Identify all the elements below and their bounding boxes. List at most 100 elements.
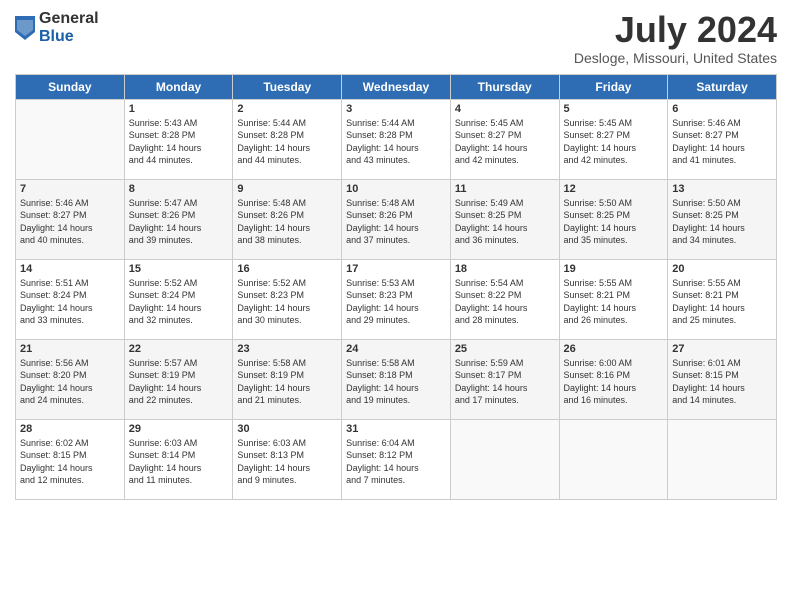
calendar-cell: 7Sunrise: 5:46 AM Sunset: 8:27 PM Daylig… bbox=[16, 179, 125, 259]
day-header-sunday: Sunday bbox=[16, 74, 125, 99]
calendar-cell bbox=[559, 419, 668, 499]
day-info: Sunrise: 6:03 AM Sunset: 8:14 PM Dayligh… bbox=[129, 437, 229, 487]
calendar-cell: 14 Sunrise: 5:51 AM Sunset: 8:24 PM Dayli… bbox=[16, 259, 125, 339]
day-info: Sunrise: 5:55 AM Sunset: 8:21 PM Dayligh… bbox=[672, 277, 772, 327]
day-number: 21 bbox=[20, 343, 120, 355]
day-number: 6 bbox=[672, 103, 772, 115]
calendar-cell: 26 Sunrise: 6:00 AM Sunset: 8:16 PM Dayli… bbox=[559, 339, 668, 419]
day-info: Sunrise: 5:52 AM Sunset: 8:24 PM Dayligh… bbox=[129, 277, 229, 327]
title-block: July 2024 Desloge, Missouri, United Stat… bbox=[574, 10, 777, 66]
day-number: 29 bbox=[129, 423, 229, 435]
day-info: Sunrise: 5:47 AM Sunset: 8:26 PM Dayligh… bbox=[129, 197, 229, 247]
day-info: Sunrise: 5:56 AM Sunset: 8:20 PM Dayligh… bbox=[20, 357, 120, 407]
day-info: Sunrise: 5:48 AM Sunset: 8:26 PM Dayligh… bbox=[346, 197, 446, 247]
day-number: 27 bbox=[672, 343, 772, 355]
day-info: Sunrise: 6:02 AM Sunset: 8:15 PM Dayligh… bbox=[20, 437, 120, 487]
day-info: Sunrise: 5:57 AM Sunset: 8:19 PM Dayligh… bbox=[129, 357, 229, 407]
calendar-cell: 25Sunrise: 5:59 AM Sunset: 8:17 PM Dayli… bbox=[450, 339, 559, 419]
day-number: 20 bbox=[672, 263, 772, 275]
day-header-friday: Friday bbox=[559, 74, 668, 99]
day-number: 23 bbox=[237, 343, 337, 355]
day-number: 16 bbox=[237, 263, 337, 275]
calendar-cell: 31 Sunrise: 6:04 AM Sunset: 8:12 PM Dayli… bbox=[342, 419, 451, 499]
calendar-cell: 20 Sunrise: 5:55 AM Sunset: 8:21 PM Dayli… bbox=[668, 259, 777, 339]
calendar-cell bbox=[450, 419, 559, 499]
calendar-cell: 10 Sunrise: 5:48 AM Sunset: 8:26 PM Dayli… bbox=[342, 179, 451, 259]
calendar-cell: 12 Sunrise: 5:50 AM Sunset: 8:25 PM Dayli… bbox=[559, 179, 668, 259]
day-number: 4 bbox=[455, 103, 555, 115]
day-info: Sunrise: 5:45 AM Sunset: 8:27 PM Dayligh… bbox=[455, 117, 555, 167]
calendar-cell: 4 Sunrise: 5:45 AM Sunset: 8:27 PM Daylig… bbox=[450, 99, 559, 179]
day-info: Sunrise: 6:03 AM Sunset: 8:13 PM Dayligh… bbox=[237, 437, 337, 487]
day-number: 12 bbox=[564, 183, 664, 195]
day-info: Sunrise: 6:04 AM Sunset: 8:12 PM Dayligh… bbox=[346, 437, 446, 487]
day-number: 31 bbox=[346, 423, 446, 435]
day-number: 19 bbox=[564, 263, 664, 275]
day-number: 13 bbox=[672, 183, 772, 195]
day-info: Sunrise: 5:45 AM Sunset: 8:27 PM Dayligh… bbox=[564, 117, 664, 167]
calendar-cell: 18Sunrise: 5:54 AM Sunset: 8:22 PM Dayli… bbox=[450, 259, 559, 339]
day-info: Sunrise: 5:54 AM Sunset: 8:22 PM Dayligh… bbox=[455, 277, 555, 327]
day-info: Sunrise: 5:49 AM Sunset: 8:25 PM Dayligh… bbox=[455, 197, 555, 247]
calendar-cell: 1 Sunrise: 5:43 AM Sunset: 8:28 PM Daylig… bbox=[124, 99, 233, 179]
calendar-cell: 28 Sunrise: 6:02 AM Sunset: 8:15 PM Dayli… bbox=[16, 419, 125, 499]
calendar-cell: 15 Sunrise: 5:52 AM Sunset: 8:24 PM Dayli… bbox=[124, 259, 233, 339]
calendar-cell: 6 Sunrise: 5:46 AM Sunset: 8:27 PM Daylig… bbox=[668, 99, 777, 179]
day-header-saturday: Saturday bbox=[668, 74, 777, 99]
page: General Blue July 2024 Desloge, Missouri… bbox=[0, 0, 792, 612]
calendar-cell: 23Sunrise: 5:58 AM Sunset: 8:19 PM Dayli… bbox=[233, 339, 342, 419]
logo-blue: Blue bbox=[39, 28, 99, 46]
calendar-cell: 24Sunrise: 5:58 AM Sunset: 8:18 PM Dayli… bbox=[342, 339, 451, 419]
day-info: Sunrise: 5:59 AM Sunset: 8:17 PM Dayligh… bbox=[455, 357, 555, 407]
day-number: 10 bbox=[346, 183, 446, 195]
day-info: Sunrise: 6:01 AM Sunset: 8:15 PM Dayligh… bbox=[672, 357, 772, 407]
day-number: 17 bbox=[346, 263, 446, 275]
day-info: Sunrise: 5:44 AM Sunset: 8:28 PM Dayligh… bbox=[237, 117, 337, 167]
logo-text: General Blue bbox=[39, 10, 99, 45]
day-info: Sunrise: 5:46 AM Sunset: 8:27 PM Dayligh… bbox=[20, 197, 120, 247]
day-header-wednesday: Wednesday bbox=[342, 74, 451, 99]
calendar-cell bbox=[668, 419, 777, 499]
calendar-cell: 9 Sunrise: 5:48 AM Sunset: 8:26 PM Daylig… bbox=[233, 179, 342, 259]
day-number: 26 bbox=[564, 343, 664, 355]
day-info: Sunrise: 5:48 AM Sunset: 8:26 PM Dayligh… bbox=[237, 197, 337, 247]
day-number: 5 bbox=[564, 103, 664, 115]
day-number: 15 bbox=[129, 263, 229, 275]
day-header-monday: Monday bbox=[124, 74, 233, 99]
day-info: Sunrise: 5:43 AM Sunset: 8:28 PM Dayligh… bbox=[129, 117, 229, 167]
calendar-week-1: 1 Sunrise: 5:43 AM Sunset: 8:28 PM Daylig… bbox=[16, 99, 777, 179]
calendar-cell: 29 Sunrise: 6:03 AM Sunset: 8:14 PM Dayli… bbox=[124, 419, 233, 499]
day-info: Sunrise: 5:53 AM Sunset: 8:23 PM Dayligh… bbox=[346, 277, 446, 327]
day-number: 1 bbox=[129, 103, 229, 115]
calendar-cell: 27 Sunrise: 6:01 AM Sunset: 8:15 PM Dayli… bbox=[668, 339, 777, 419]
day-header-thursday: Thursday bbox=[450, 74, 559, 99]
day-number: 14 bbox=[20, 263, 120, 275]
day-header-tuesday: Tuesday bbox=[233, 74, 342, 99]
calendar-cell: 5 Sunrise: 5:45 AM Sunset: 8:27 PM Daylig… bbox=[559, 99, 668, 179]
subtitle: Desloge, Missouri, United States bbox=[574, 50, 777, 66]
calendar-cell: 17 Sunrise: 5:53 AM Sunset: 8:23 PM Dayli… bbox=[342, 259, 451, 339]
day-number: 3 bbox=[346, 103, 446, 115]
calendar-cell: 8Sunrise: 5:47 AM Sunset: 8:26 PM Daylig… bbox=[124, 179, 233, 259]
day-number: 28 bbox=[20, 423, 120, 435]
calendar-week-5: 28 Sunrise: 6:02 AM Sunset: 8:15 PM Dayli… bbox=[16, 419, 777, 499]
calendar-cell bbox=[16, 99, 125, 179]
day-info: Sunrise: 5:50 AM Sunset: 8:25 PM Dayligh… bbox=[672, 197, 772, 247]
day-number: 22 bbox=[129, 343, 229, 355]
calendar-header-row: SundayMondayTuesdayWednesdayThursdayFrid… bbox=[16, 74, 777, 99]
day-info: Sunrise: 5:44 AM Sunset: 8:28 PM Dayligh… bbox=[346, 117, 446, 167]
day-number: 11 bbox=[455, 183, 555, 195]
day-info: Sunrise: 5:55 AM Sunset: 8:21 PM Dayligh… bbox=[564, 277, 664, 327]
day-info: Sunrise: 5:46 AM Sunset: 8:27 PM Dayligh… bbox=[672, 117, 772, 167]
day-info: Sunrise: 5:51 AM Sunset: 8:24 PM Dayligh… bbox=[20, 277, 120, 327]
logo-icon bbox=[15, 16, 35, 40]
calendar-cell: 11 Sunrise: 5:49 AM Sunset: 8:25 PM Dayli… bbox=[450, 179, 559, 259]
day-number: 9 bbox=[237, 183, 337, 195]
calendar-week-2: 7Sunrise: 5:46 AM Sunset: 8:27 PM Daylig… bbox=[16, 179, 777, 259]
calendar-cell: 16Sunrise: 5:52 AM Sunset: 8:23 PM Dayli… bbox=[233, 259, 342, 339]
day-info: Sunrise: 6:00 AM Sunset: 8:16 PM Dayligh… bbox=[564, 357, 664, 407]
calendar-week-4: 21 Sunrise: 5:56 AM Sunset: 8:20 PM Dayli… bbox=[16, 339, 777, 419]
calendar-cell: 13 Sunrise: 5:50 AM Sunset: 8:25 PM Dayli… bbox=[668, 179, 777, 259]
day-info: Sunrise: 5:50 AM Sunset: 8:25 PM Dayligh… bbox=[564, 197, 664, 247]
calendar: SundayMondayTuesdayWednesdayThursdayFrid… bbox=[15, 74, 777, 500]
